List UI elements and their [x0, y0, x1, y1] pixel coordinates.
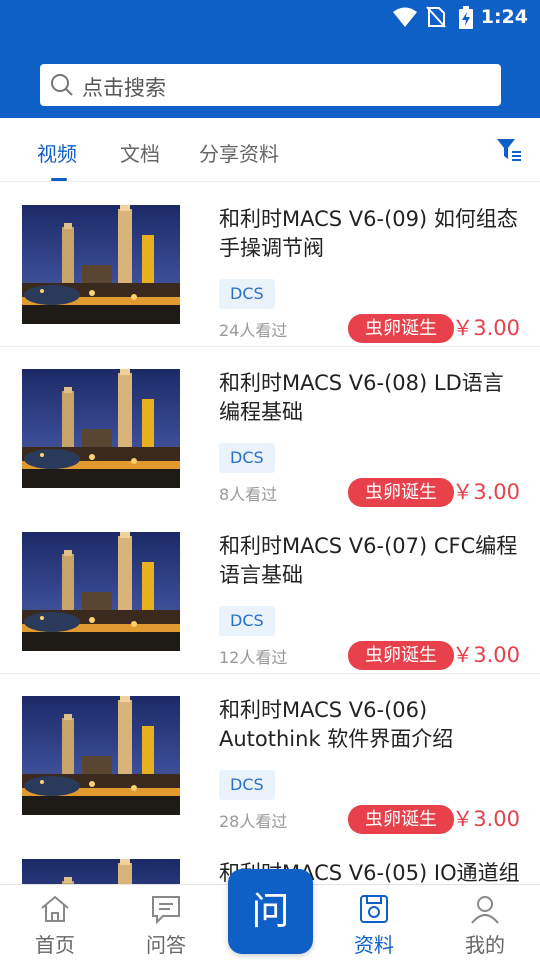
view-count: 12人看过: [219, 648, 288, 667]
battery-charging-icon: [458, 6, 474, 34]
list-item[interactable]: 和利时MACS V6-(06) Autothink 软件界面介绍 DCS 28人…: [0, 674, 540, 838]
view-count: 28人看过: [219, 812, 288, 831]
list-item[interactable]: 和利时MACS V6-(09) 如何组态手操调节阀 DCS 24人看过 虫卵诞生…: [0, 183, 540, 347]
nav-qa-label: 问答: [146, 933, 186, 957]
tab-bar: 视频 文档 分享资料: [0, 118, 540, 182]
nav-mine[interactable]: 我的: [445, 885, 525, 960]
item-title: 和利时MACS V6-(07) CFC编程语言基础: [219, 534, 518, 587]
category-tag: DCS: [219, 279, 275, 309]
search-icon: [50, 73, 74, 101]
tab-video[interactable]: 视频: [37, 138, 77, 167]
price: ￥3.00: [452, 807, 520, 831]
home-icon: [41, 895, 69, 922]
level-badge: 虫卵诞生: [348, 478, 454, 507]
filter-icon[interactable]: [496, 138, 522, 166]
nav-qa[interactable]: 问答: [126, 885, 206, 960]
search-input[interactable]: 点击搜索: [40, 64, 501, 106]
list-item[interactable]: 和利时MACS V6-(07) CFC编程语言基础 DCS 12人看过 虫卵诞生…: [0, 510, 540, 674]
item-title: 和利时MACS V6-(06) Autothink 软件界面介绍: [219, 698, 454, 751]
item-title: 和利时MACS V6-(08) LD语言编程基础: [219, 371, 504, 424]
status-bar: 1:24: [0, 0, 540, 36]
tab-shared-materials[interactable]: 分享资料: [199, 138, 279, 167]
nav-materials-label: 资料: [354, 933, 394, 957]
video-thumbnail: [22, 369, 180, 488]
video-thumbnail: [22, 205, 180, 324]
price: ￥3.00: [452, 643, 520, 667]
list-item[interactable]: 和利时MACS V6-(08) LD语言编程基础 DCS 8人看过 虫卵诞生 ￥…: [0, 347, 540, 511]
app-header: 1:24 点击搜索: [0, 0, 540, 118]
price: ￥3.00: [452, 480, 520, 504]
category-tag: DCS: [219, 443, 275, 473]
ask-question-button[interactable]: 问: [228, 869, 313, 954]
video-thumbnail: [22, 532, 180, 651]
user-icon: [471, 896, 499, 924]
nav-mine-label: 我的: [465, 933, 505, 957]
category-tag: DCS: [219, 606, 275, 636]
category-tag: DCS: [219, 770, 275, 800]
search-placeholder: 点击搜索: [82, 76, 166, 100]
video-list: 和利时MACS V6-(09) 如何组态手操调节阀 DCS 24人看过 虫卵诞生…: [0, 183, 540, 884]
wifi-icon: [392, 6, 418, 32]
nav-materials[interactable]: 资料: [334, 885, 414, 960]
no-sim-icon: [426, 6, 446, 32]
chat-icon: [152, 896, 180, 925]
level-badge: 虫卵诞生: [348, 314, 454, 343]
view-count: 8人看过: [219, 485, 278, 504]
price: ￥3.00: [452, 316, 520, 340]
video-thumbnail: [22, 696, 180, 815]
video-thumbnail: [22, 859, 180, 884]
tab-indicator: [51, 178, 67, 181]
disk-icon: [360, 895, 388, 923]
item-title: 和利时MACS V6-(09) 如何组态手操调节阀: [219, 207, 518, 260]
level-badge: 虫卵诞生: [348, 805, 454, 834]
view-count: 24人看过: [219, 321, 288, 340]
nav-home[interactable]: 首页: [15, 885, 95, 960]
nav-home-label: 首页: [35, 933, 75, 957]
status-time: 1:24: [480, 6, 528, 28]
tab-documents[interactable]: 文档: [120, 138, 160, 167]
level-badge: 虫卵诞生: [348, 641, 454, 670]
